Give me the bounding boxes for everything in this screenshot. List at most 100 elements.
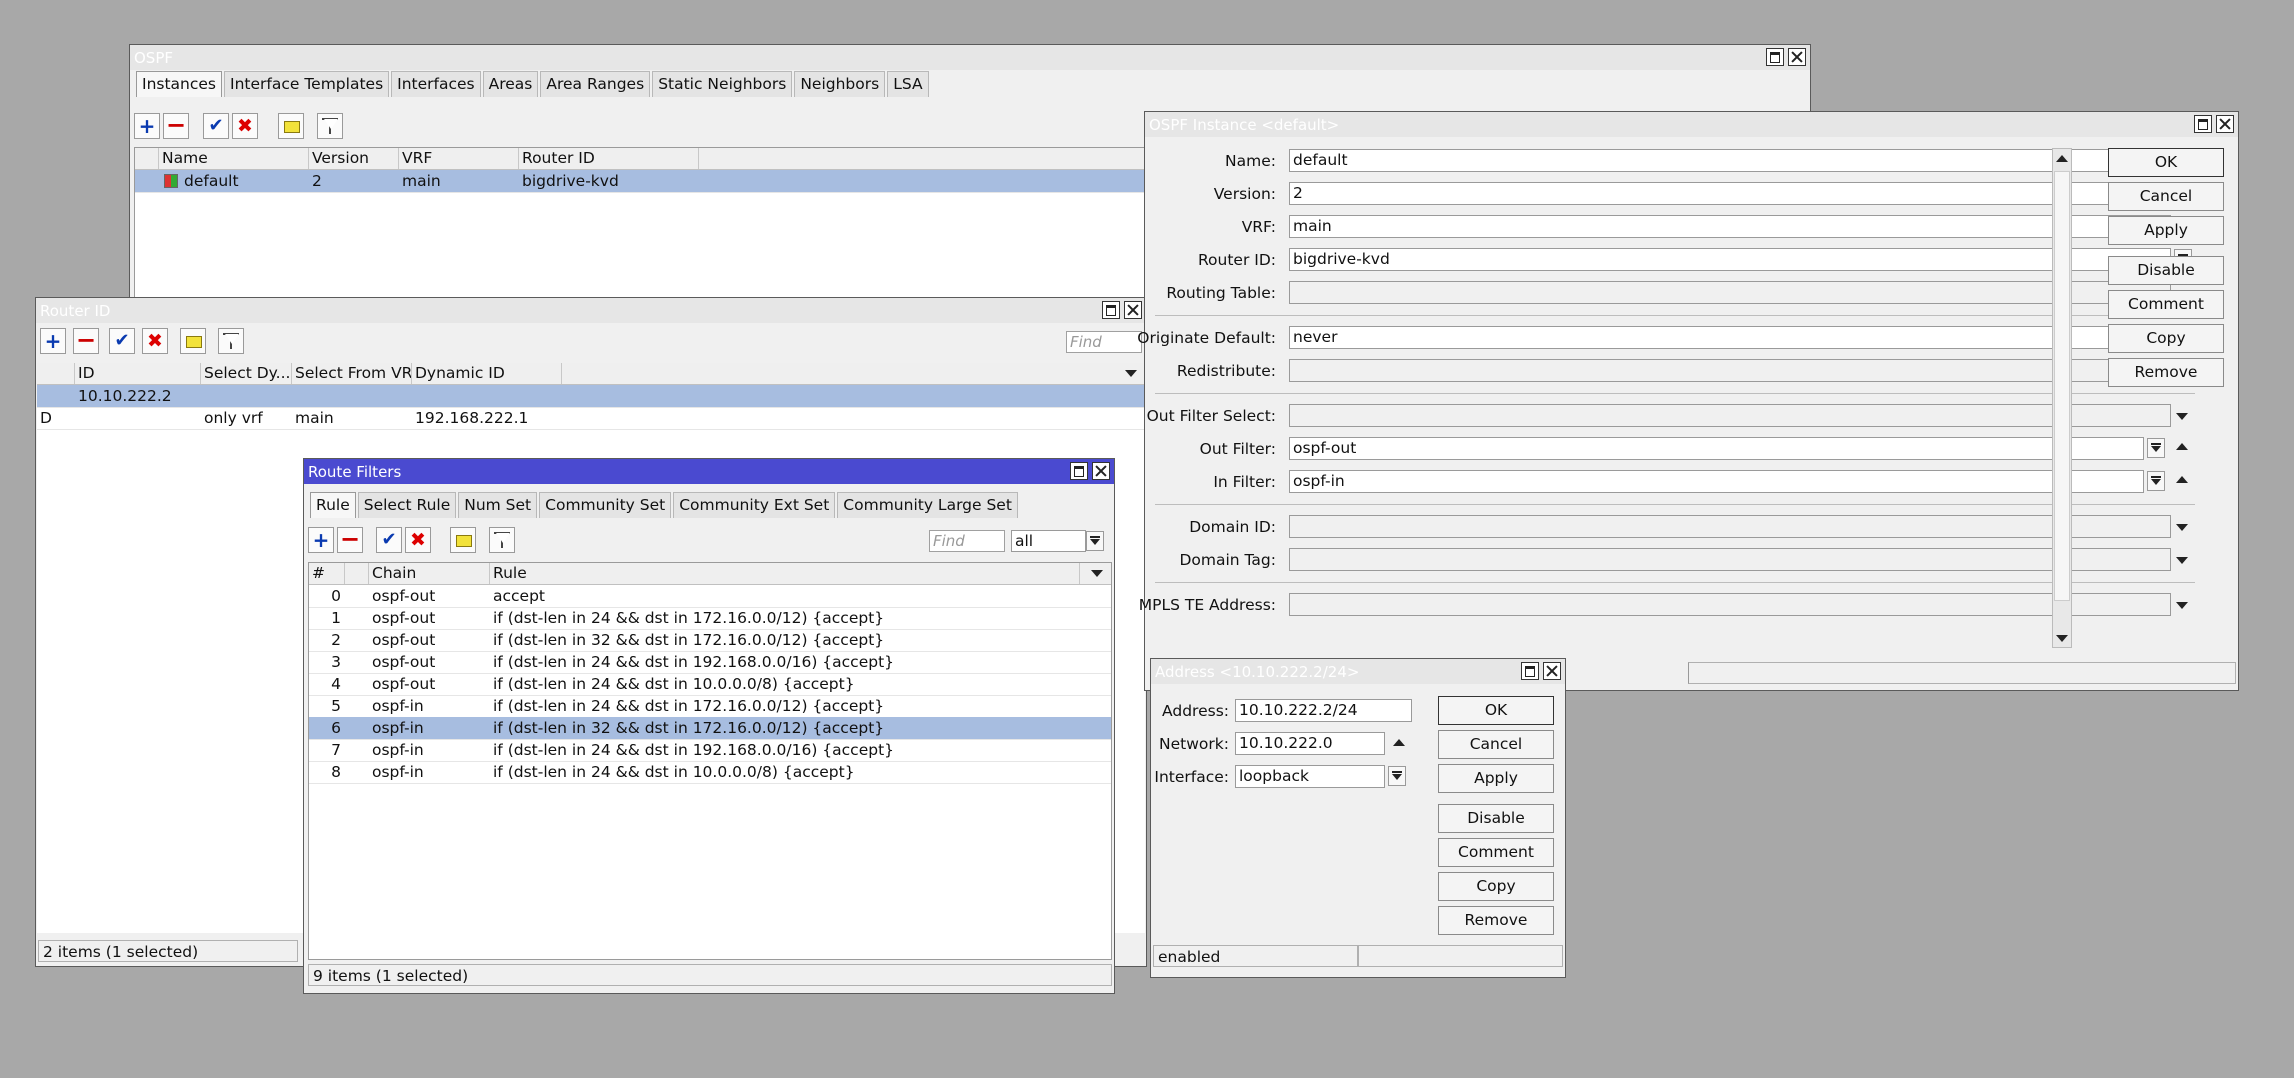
remove-button[interactable]: Remove [1438, 906, 1554, 935]
comment-icon[interactable] [278, 113, 304, 139]
close-icon[interactable] [1092, 462, 1110, 480]
find-input[interactable]: Find [929, 530, 1005, 552]
copy-button[interactable]: Copy [2108, 324, 2224, 353]
header-number[interactable]: # [309, 563, 345, 584]
remove-button[interactable]: − [73, 328, 99, 354]
in-filter-field[interactable]: ospf-in [1289, 470, 2144, 493]
filter-icon[interactable] [489, 527, 515, 553]
table-row[interactable]: 7 ospf-in if (dst-len in 24 && dst in 192.… [309, 739, 1111, 762]
enable-button[interactable]: ✔ [109, 328, 135, 354]
tab-interface-templates[interactable]: Interface Templates [224, 71, 390, 97]
tab-neighbors[interactable]: Neighbors [794, 71, 886, 97]
header-vrf[interactable]: VRF [399, 148, 519, 169]
comment-icon[interactable] [450, 527, 476, 553]
tab-num-set[interactable]: Num Set [458, 492, 538, 518]
domain-tag-dropdown-icon[interactable] [2176, 557, 2188, 564]
mpls-te-address-field[interactable] [1289, 593, 2171, 616]
column-menu-icon[interactable] [1091, 570, 1103, 577]
close-icon[interactable] [1543, 662, 1561, 680]
in-filter-dropdown-icon[interactable] [2147, 471, 2165, 491]
out-filter-select-field[interactable] [1289, 404, 2171, 427]
address-field[interactable]: 10.10.222.2/24 [1235, 699, 1412, 722]
scrollbar-track[interactable] [2052, 148, 2072, 648]
scroll-up-icon[interactable] [2056, 155, 2068, 162]
mpls-te-address-dropdown-icon[interactable] [2176, 602, 2188, 609]
cancel-button[interactable]: Cancel [2108, 182, 2224, 211]
interface-field[interactable]: loopback [1235, 765, 1385, 788]
add-button[interactable]: + [134, 113, 160, 139]
network-collapse-icon[interactable] [1393, 739, 1405, 746]
ospf-instance-titlebar[interactable]: OSPF Instance <default> [1145, 112, 2238, 137]
filter-dropdown-icon[interactable] [1086, 531, 1104, 551]
maximize-icon[interactable] [1102, 301, 1120, 319]
table-row[interactable]: 2 ospf-out if (dst-len in 32 && dst in 172… [309, 629, 1111, 652]
ospf-titlebar[interactable]: OSPF [130, 45, 1810, 70]
ok-button[interactable]: OK [1438, 696, 1554, 725]
routing-table-field[interactable] [1289, 281, 2171, 304]
column-menu-icon[interactable] [1125, 370, 1137, 377]
maximize-icon[interactable] [2194, 115, 2212, 133]
tab-community-set[interactable]: Community Set [539, 492, 672, 518]
remove-button[interactable]: − [337, 527, 363, 553]
ok-button[interactable]: OK [2108, 148, 2224, 177]
maximize-icon[interactable] [1766, 48, 1784, 66]
scroll-down-icon[interactable] [2056, 635, 2068, 642]
apply-button[interactable]: Apply [2108, 216, 2224, 245]
table-row[interactable]: 8 ospf-in if (dst-len in 24 && dst in 10.0… [309, 761, 1111, 784]
table-row[interactable]: D only vrf main 192.168.222.1 [37, 407, 1145, 430]
cancel-button[interactable]: Cancel [1438, 730, 1554, 759]
router-id-titlebar[interactable]: Router ID [36, 298, 1146, 323]
remove-button[interactable]: Remove [2108, 358, 2224, 387]
route-filters-titlebar[interactable]: Route Filters [304, 459, 1114, 484]
header-chain[interactable]: Chain [369, 563, 490, 584]
originate-default-field[interactable]: never [1289, 326, 2144, 349]
close-icon[interactable] [1788, 48, 1806, 66]
tab-rule[interactable]: Rule [310, 492, 356, 518]
out-filter-collapse-icon[interactable] [2176, 443, 2188, 450]
network-field[interactable]: 10.10.222.0 [1235, 732, 1385, 755]
disable-button[interactable]: ✖ [405, 527, 431, 553]
scroll-thumb[interactable] [2054, 171, 2070, 601]
comment-icon[interactable] [180, 328, 206, 354]
disable-button[interactable]: Disable [2108, 256, 2224, 285]
disable-button[interactable]: ✖ [232, 113, 258, 139]
version-field[interactable]: 2 [1289, 182, 2171, 205]
enable-button[interactable]: ✔ [203, 113, 229, 139]
tab-area-ranges[interactable]: Area Ranges [540, 71, 651, 97]
tab-areas[interactable]: Areas [482, 71, 539, 97]
disable-button[interactable]: Disable [1438, 804, 1554, 833]
tab-lsa[interactable]: LSA [887, 71, 929, 97]
disable-button[interactable]: ✖ [142, 328, 168, 354]
maximize-icon[interactable] [1070, 462, 1088, 480]
remove-button[interactable]: − [163, 113, 189, 139]
table-row[interactable]: 6 ospf-in if (dst-len in 32 && dst in 172.… [309, 717, 1111, 740]
header-router-id[interactable]: Router ID [519, 148, 699, 169]
close-icon[interactable] [1124, 301, 1142, 319]
header-name[interactable]: Name [159, 148, 309, 169]
header-rule[interactable]: Rule [490, 563, 1080, 584]
table-row[interactable]: 4 ospf-out if (dst-len in 24 && dst in 10.… [309, 673, 1111, 696]
tab-instances[interactable]: Instances [136, 71, 223, 97]
table-row[interactable]: 1 ospf-out if (dst-len in 24 && dst in 172… [309, 607, 1111, 630]
header-select-dynamic[interactable]: Select Dy... [201, 363, 292, 384]
tab-static-neighbors[interactable]: Static Neighbors [652, 71, 793, 97]
address-titlebar[interactable]: Address <10.10.222.2/24> [1151, 659, 1565, 684]
header-select-from-vrf[interactable]: Select From VRF [292, 363, 412, 384]
interface-dropdown-icon[interactable] [1388, 766, 1406, 786]
table-row[interactable]: 5 ospf-in if (dst-len in 24 && dst in 172.… [309, 695, 1111, 718]
tab-interfaces[interactable]: Interfaces [391, 71, 481, 97]
table-row[interactable]: 3 ospf-out if (dst-len in 24 && dst in 192… [309, 651, 1111, 674]
vrf-field[interactable]: main [1289, 215, 2171, 238]
header-version[interactable]: Version [309, 148, 399, 169]
redistribute-field[interactable] [1289, 359, 2171, 382]
enable-button[interactable]: ✔ [376, 527, 402, 553]
table-row[interactable]: 10.10.222.2 [37, 385, 1145, 408]
comment-button[interactable]: Comment [2108, 290, 2224, 319]
in-filter-collapse-icon[interactable] [2176, 476, 2188, 483]
filter-icon[interactable] [317, 113, 343, 139]
filter-icon[interactable] [218, 328, 244, 354]
out-filter-dropdown-icon[interactable] [2147, 438, 2165, 458]
tab-community-large-set[interactable]: Community Large Set [837, 492, 1018, 518]
close-icon[interactable] [2216, 115, 2234, 133]
domain-id-dropdown-icon[interactable] [2176, 524, 2188, 531]
